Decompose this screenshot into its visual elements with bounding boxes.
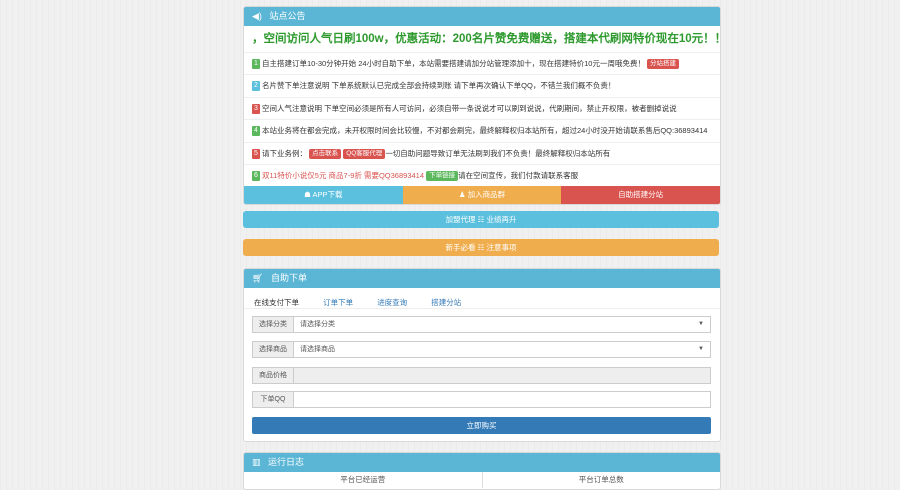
item-number: 4 bbox=[252, 126, 260, 137]
log-col-days: 平台已经运营 bbox=[244, 472, 483, 488]
users-icon: ♟ bbox=[458, 190, 468, 200]
category-label: 选择分类 bbox=[252, 316, 294, 333]
tab-build-site[interactable]: 搭建分站 bbox=[431, 298, 461, 307]
product-label: 选择商品 bbox=[252, 341, 294, 358]
order-tabs: 在线支付下单 订单下单 进度查询 搭建分站 bbox=[244, 294, 720, 312]
tab-progress-query[interactable]: 进度查询 bbox=[377, 298, 407, 307]
product-row: 选择商品 请选择商品 ▼ bbox=[252, 341, 711, 358]
chevron-down-icon: ▼ bbox=[698, 346, 704, 352]
qq-input[interactable] bbox=[294, 391, 711, 408]
item-text-2: 一切自助问题导致订单无法刷到我们不负责！最终解释权归本站所有 bbox=[385, 148, 611, 158]
price-field bbox=[294, 367, 711, 384]
item-text-2: 请在空间宣传，我们付款请联系客服 bbox=[458, 170, 579, 180]
announcement-panel: ◀) 站点公告 ，空间访问人气日刷100w，优惠活动：200名片赞免费赠送，搭建… bbox=[243, 6, 721, 206]
order-panel: 🛒︎ 自助下单 在线支付下单 订单下单 进度查询 搭建分站 选择分类 请选择分类… bbox=[243, 268, 721, 442]
category-select[interactable]: 请选择分类 ▼ bbox=[294, 316, 711, 333]
announcement-item: 3 空间人气注意说明 下单空间必须是所有人可访问，必须自带一条说说才可以刷到说说，… bbox=[244, 96, 720, 119]
newbie-guide-bar[interactable]: 新手必看 ☷ 注意事项 bbox=[243, 239, 719, 256]
item-number: 3 bbox=[252, 103, 260, 114]
item-number: 5 bbox=[252, 148, 260, 159]
item-tag[interactable]: 分站搭建 bbox=[647, 59, 680, 70]
announce-button-label: APP下载 bbox=[312, 190, 343, 200]
chevron-down-icon: ▼ bbox=[698, 321, 704, 327]
product-select[interactable]: 请选择商品 ▼ bbox=[294, 341, 711, 358]
announcement-header: ◀) 站点公告 bbox=[244, 7, 720, 26]
category-row: 选择分类 请选择分类 ▼ bbox=[252, 316, 711, 333]
qq-label: 下单QQ bbox=[252, 391, 294, 408]
buy-now-button[interactable]: 立即购买 bbox=[252, 417, 711, 434]
item-tag[interactable]: 下单链接 bbox=[426, 170, 459, 181]
announce-button-label: 加入商品群 bbox=[467, 190, 506, 200]
price-label: 商品价格 bbox=[252, 367, 294, 384]
announcement-item: 5 请下业务例： 点击联系 QQ客服代理 一切自助问题导致订单无法刷到我们不负责！最… bbox=[244, 141, 720, 164]
item-text: 名片赞下单注意说明 下单系统默认已完成全部会持续到账 请下单再次确认下单QQ，不… bbox=[262, 81, 616, 91]
bar-chart-icon: ▥ bbox=[252, 457, 261, 467]
announce-button-1[interactable]: ☗ APP下载 bbox=[244, 186, 403, 205]
item-text: 本站业务将在都会完成，未开权限时间会比较慢，不对都会刷完，最终解释权归本站所有，… bbox=[262, 126, 708, 136]
announcement-marquee: ，空间访问人气日刷100w，优惠活动：200名片赞免费赠送，搭建本代刷网特价现在… bbox=[252, 33, 720, 45]
announcement-item: 1 自主搭建订单10-30分钟开始 24小时自助下单，本站需要搭建请加分站管理添加… bbox=[244, 52, 720, 74]
log-title: 运行日志 bbox=[268, 457, 305, 467]
announcement-item: 4 本站业务将在都会完成，未开权限时间会比较慢，不对都会刷完，最终解释权归本站所有… bbox=[244, 119, 720, 141]
log-header: ▥ 运行日志 bbox=[244, 453, 720, 472]
log-columns: 平台已经运营 平台订单总数 bbox=[244, 472, 720, 488]
item-number: 6 bbox=[252, 170, 260, 181]
cart-icon: 🛒︎ bbox=[252, 273, 264, 283]
item-text: 请下业务例： bbox=[262, 148, 307, 158]
item-text: 空间人气注意说明 下单空间必须是所有人可访问，必须自带一条说说才可以刷到说说，代… bbox=[262, 103, 677, 113]
item-number: 2 bbox=[252, 81, 260, 92]
speaker-icon: ◀) bbox=[252, 11, 262, 21]
item-tag-2[interactable]: QQ客服代理 bbox=[343, 148, 386, 159]
tab-order[interactable]: 订单下单 bbox=[323, 298, 353, 307]
log-col-orders: 平台订单总数 bbox=[578, 475, 624, 484]
qq-row: 下单QQ bbox=[252, 391, 711, 408]
order-header: 🛒︎ 自助下单 bbox=[244, 269, 720, 288]
order-title: 自助下单 bbox=[270, 273, 307, 283]
item-text: 自主搭建订单10-30分钟开始 24小时自助下单，本站需要搭建请加分站管理添加十… bbox=[262, 59, 645, 68]
log-panel: ▥ 运行日志 平台已经运营 平台订单总数 bbox=[243, 452, 721, 490]
price-row: 商品价格 bbox=[252, 367, 711, 384]
announce-button-label: 自助搭建分站 bbox=[618, 190, 664, 200]
announce-button-3[interactable]: 自助搭建分站 bbox=[561, 186, 720, 205]
announcement-item: 6 双11特价小说仅5元 商品7-9折 需要QQ36893414 下单链接 请在空间… bbox=[244, 163, 720, 186]
tab-online-pay[interactable]: 在线支付下单 bbox=[254, 298, 299, 307]
item-tag[interactable]: 点击联系 bbox=[309, 148, 342, 159]
announce-button-2[interactable]: ♟ 加入商品群 bbox=[402, 186, 562, 205]
item-number: 1 bbox=[252, 59, 260, 70]
android-icon: ☗ bbox=[304, 190, 313, 200]
announcement-title: 站点公告 bbox=[269, 11, 306, 21]
item-text: 双11特价小说仅5元 商品7-9折 需要QQ36893414 bbox=[262, 170, 424, 180]
agent-join-bar[interactable]: 加盟代理 ☷ 业绩再升 bbox=[243, 211, 719, 228]
announcement-item: 2 名片赞下单注意说明 下单系统默认已完成全部会持续到账 请下单再次确认下单QQ，… bbox=[244, 74, 720, 96]
